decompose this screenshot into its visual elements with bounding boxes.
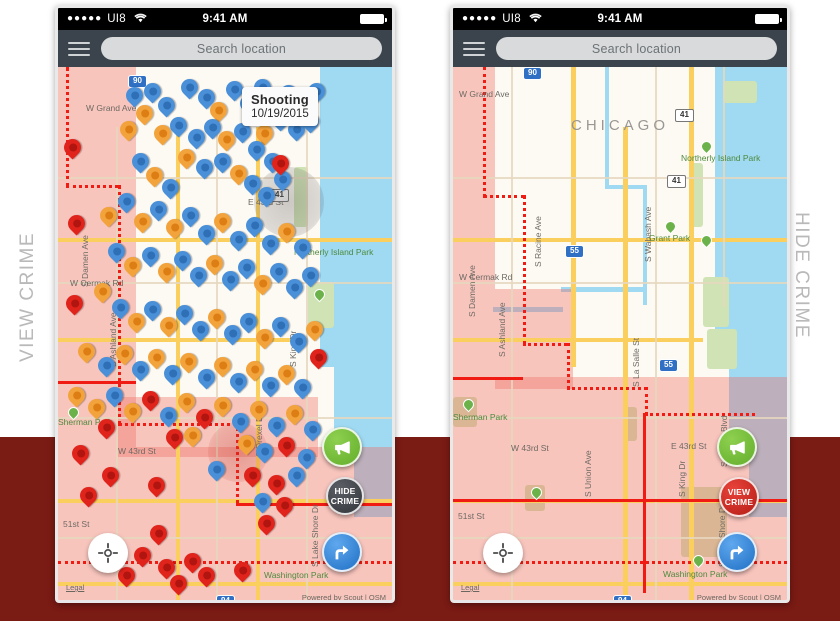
highway-shield: 90 [523, 67, 542, 80]
map-label: S Damen Ave [80, 235, 90, 287]
city-label: CHICAGO [571, 117, 670, 134]
side-label-view-crime: VIEW CRIME [17, 231, 38, 362]
clock-label: 9:41 AM [202, 13, 248, 25]
battery-icon [360, 14, 387, 24]
hamburger-menu-icon[interactable] [463, 38, 485, 60]
phone-left: ●●●●● UI8 9:41 AM Search location W Gran… [55, 5, 395, 603]
map-attribution: Powered by Scout | OSM [696, 593, 781, 602]
legal-link[interactable]: Legal [461, 583, 479, 592]
megaphone-icon [334, 440, 350, 454]
report-crime-button[interactable] [322, 427, 362, 467]
map-label: S La Salle St [631, 337, 641, 387]
map-label: 51st St [63, 519, 90, 529]
search-input[interactable]: Search location [496, 37, 777, 60]
highway-shield: 55 [565, 245, 584, 258]
crosshair-locate-icon [492, 542, 514, 564]
megaphone-icon [729, 440, 745, 454]
highway-shield: 94 [613, 595, 632, 600]
map-label: Washington Park [264, 570, 329, 580]
toggle-label-line2: CRIME [330, 496, 360, 506]
directions-button[interactable] [717, 532, 757, 572]
map-label: S Union Ave [583, 450, 593, 497]
nav-bar-right: Search location [453, 30, 787, 67]
map-label: E 43rd St [671, 441, 707, 451]
turn-right-arrow-icon [335, 545, 349, 560]
tooltip-title: Shooting [251, 92, 309, 107]
hamburger-menu-icon[interactable] [68, 38, 90, 60]
clock-label: 9:41 AM [597, 13, 643, 25]
map-label: W 43rd St [118, 446, 156, 456]
crime-tooltip[interactable]: Shooting 10/19/2015 [242, 87, 318, 126]
phone-right: ●●●●● UI8 9:41 AM Search location W Gran… [450, 5, 790, 603]
report-crime-button[interactable] [717, 427, 757, 467]
crosshair-locate-icon [97, 542, 119, 564]
map-label: W Grand Ave [86, 103, 137, 113]
legal-link[interactable]: Legal [66, 583, 84, 592]
map-label: Sherman Park [453, 412, 508, 422]
map-label: S Racine Ave [533, 216, 543, 267]
map-label: S King Dr [677, 460, 687, 497]
toggle-label-line1: HIDE [334, 486, 356, 496]
highway-shield: 90 [128, 75, 147, 88]
highway-shield: 55 [659, 359, 678, 372]
map-label: S Damen Ave [467, 265, 477, 317]
toggle-label-line2: CRIME [724, 497, 754, 507]
map-label: S Lake Shore Dr [310, 504, 320, 567]
directions-button[interactable] [322, 532, 362, 572]
status-bar-right: ●●●●● UI8 9:41 AM [453, 8, 787, 30]
side-label-hide-crime: HIDE CRIME [791, 212, 812, 339]
map-label: S Ashland Ave [497, 302, 507, 357]
map-canvas-right[interactable]: W Grand Ave W Cermak Rd W 43rd St E 43rd… [453, 67, 787, 602]
map-label: Grant Park [649, 233, 691, 243]
map-attribution: Powered by Scout | OSM [301, 593, 386, 602]
search-input[interactable]: Search location [101, 37, 382, 60]
toggle-crime-button[interactable]: VIEW CRIME [719, 477, 759, 517]
highway-shield: 94 [216, 595, 235, 600]
toggle-label-line1: VIEW [727, 487, 751, 497]
map-label: W Grand Ave [459, 89, 510, 99]
nav-bar-left: Search location [58, 30, 392, 67]
map-label: 51st St [458, 511, 485, 521]
highway-shield: 41 [675, 109, 694, 122]
map-label: Northerly Island Park [681, 153, 761, 163]
highway-shield: 41 [667, 175, 686, 188]
toggle-crime-button[interactable]: HIDE CRIME [326, 477, 364, 515]
locate-button[interactable] [483, 533, 523, 573]
status-bar-left: ●●●●● UI8 9:41 AM [58, 8, 392, 30]
turn-right-arrow-icon [730, 545, 744, 560]
locate-button[interactable] [88, 533, 128, 573]
map-canvas-left[interactable]: W Grand Ave W Cermak Rd W 43rd St 51st S… [58, 67, 392, 602]
battery-icon [755, 14, 782, 24]
map-label: W 43rd St [511, 443, 549, 453]
tooltip-date: 10/19/2015 [251, 108, 309, 120]
map-label: Washington Park [663, 569, 728, 579]
